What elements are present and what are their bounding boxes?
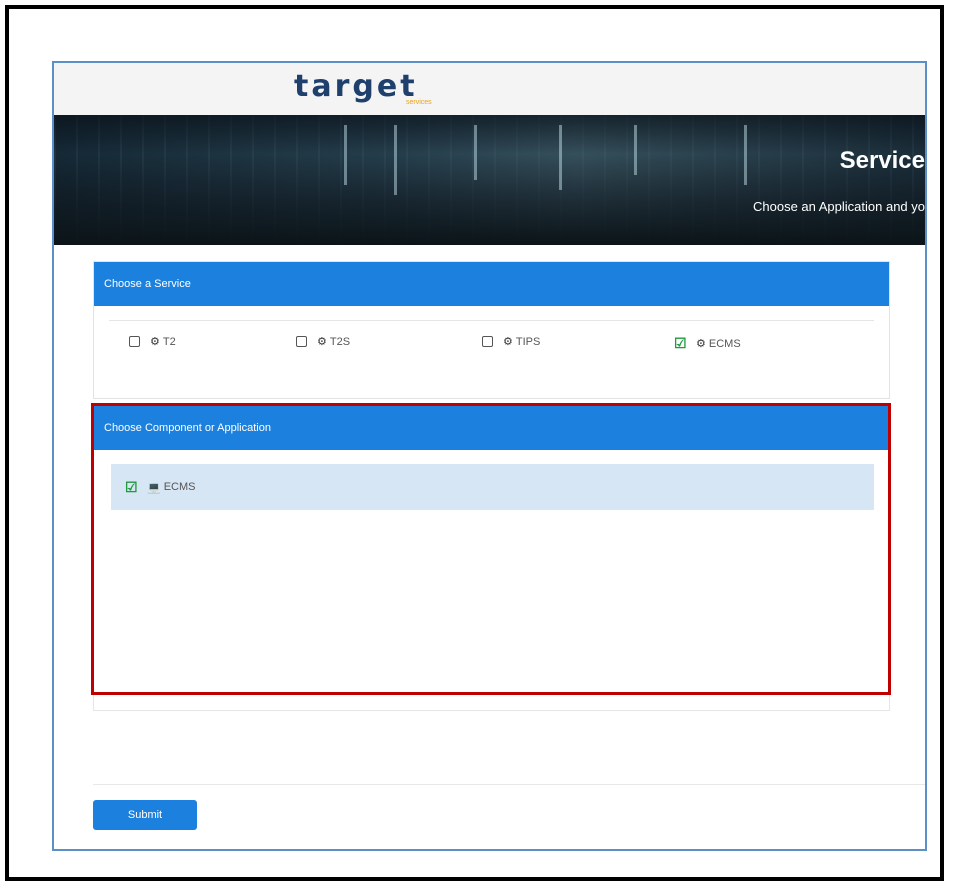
service-label: T2S [329,335,351,348]
gear-icon: ⚙ [696,338,706,350]
banner-decoration [634,125,637,175]
gear-icon: ⚙ [503,336,513,348]
checkbox[interactable] [482,336,493,347]
submit-button[interactable]: Submit [93,800,197,830]
app-window: target services Service Choose an Applic… [52,61,927,851]
service-option-tips[interactable]: ⚙ TIPS [482,335,540,348]
banner-decoration [344,125,347,185]
banner-decoration [474,125,477,180]
checkbox[interactable] [129,336,140,347]
service-panel-title: Choose a Service [94,262,889,306]
screenshot-frame: target services Service Choose an Applic… [5,5,944,881]
component-panel-title: Choose Component or Application [94,406,888,450]
service-label: T2 [162,335,176,348]
gear-icon: ⚙ [317,336,327,348]
banner-decoration [559,125,562,190]
service-option-ecms[interactable]: ☑ ⚙ ECMS [674,335,741,352]
top-bar: target services [54,63,925,116]
service-panel: Choose a Service ⚙ T2 ⚙ T2S ⚙ TIPS ☑ ⚙ E… [93,261,890,399]
gear-icon: ⚙ [150,336,160,348]
target-logo: target [294,69,418,104]
service-label: TIPS [515,335,541,348]
laptop-icon: 💻 [147,481,161,494]
component-label: ECMS [163,481,196,493]
service-option-t2[interactable]: ⚙ T2 [129,335,176,348]
component-panel: Choose Component or Application ☑ 💻 ECMS [91,403,891,695]
banner-subtitle: Choose an Application and yo [752,199,925,214]
checked-checkbox-icon[interactable]: ☑ [125,479,139,496]
service-option-t2s[interactable]: ⚙ T2S [296,335,350,348]
footer-divider [93,784,925,785]
banner-decoration [744,125,747,185]
banner-title: Service [839,147,925,174]
service-label: ECMS [708,337,741,350]
hero-banner: Service Choose an Application and yo [54,115,925,245]
logo-subtext: services [406,99,432,106]
checked-checkbox-icon[interactable]: ☑ [674,335,688,352]
component-option-ecms[interactable]: ☑ 💻 ECMS [111,464,874,510]
banner-decoration [394,125,397,195]
service-options: ⚙ T2 ⚙ T2S ⚙ TIPS ☑ ⚙ ECMS [109,320,874,371]
checkbox[interactable] [296,336,307,347]
